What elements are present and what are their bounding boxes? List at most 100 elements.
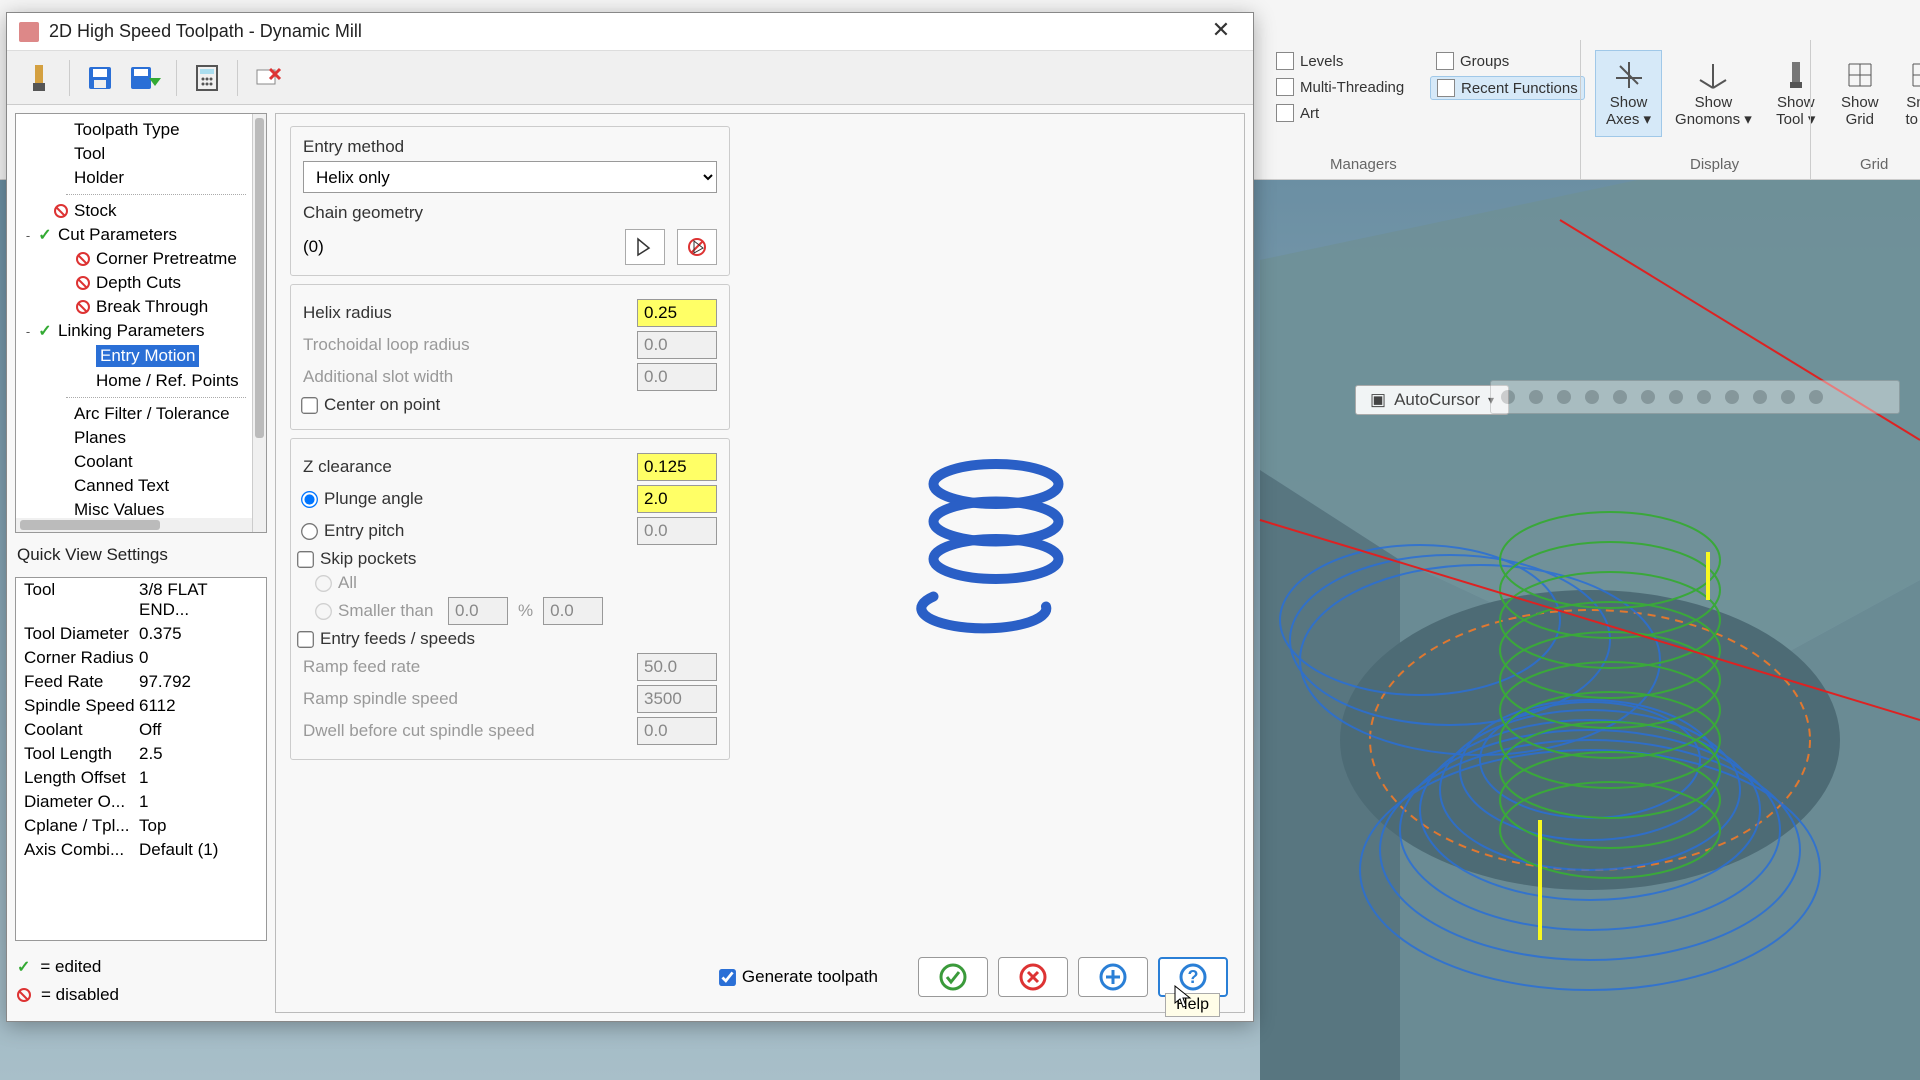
calculator-button[interactable] [187,58,227,98]
plunge-angle-radio[interactable] [301,491,318,508]
ribbon-section-managers: Managers [1330,156,1397,173]
tree-item[interactable]: -✓Linking Parameters [16,319,266,343]
entry-feeds-speeds-checkbox[interactable] [297,631,314,648]
tool-button[interactable] [19,58,59,98]
smaller-than-radio [315,603,332,620]
tree-scrollbar-h[interactable] [16,518,252,532]
tree-item[interactable]: Home / Ref. Points [16,369,266,393]
tree-item[interactable]: Coolant [16,450,266,474]
helix-radius-label: Helix radius [303,303,637,323]
cancel-button[interactable] [998,957,1068,997]
ribbon-recent-functions[interactable]: Recent Functions [1430,76,1585,100]
ribbon-show-axes[interactable]: Show Axes ▾ [1595,50,1662,137]
skip-pockets-checkbox[interactable] [297,551,314,568]
prohibit-icon [74,298,92,316]
tree-item[interactable]: Planes [16,426,266,450]
tree-item[interactable]: Depth Cuts [16,271,266,295]
ribbon-levels[interactable]: Levels [1270,50,1410,72]
parameter-tree[interactable]: Toolpath TypeToolHolder Stock-✓Cut Parame… [15,113,267,533]
smaller-abs-input [543,597,603,625]
cursor-toolbar[interactable] [1490,380,1900,414]
tree-item[interactable]: Tool [16,142,266,166]
quick-view-settings-label: Quick View Settings [15,541,267,569]
prohibit-icon [17,988,31,1002]
plunge-angle-input[interactable] [637,485,717,513]
tree-item[interactable]: Corner Pretreatme [16,247,266,271]
qvs-row: Tool Diameter0.375 [16,622,266,646]
quick-view-settings: Tool3/8 FLAT END...Tool Diameter0.375Cor… [15,577,267,941]
trochoidal-radius-input [637,331,717,359]
tree-item[interactable]: Entry Motion [16,343,266,369]
svg-text:?: ? [1188,967,1199,987]
tree-item[interactable]: Break Through [16,295,266,319]
ramp-spindle-input [637,685,717,713]
qvs-row: Diameter O...1 [16,790,266,814]
entry-pitch-input [637,517,717,545]
ribbon-show-gnomons[interactable]: Show Gnomons ▾ [1664,50,1763,137]
tree-item[interactable]: Arc Filter / Tolerance [16,402,266,426]
help-tooltip: Help [1165,993,1220,1017]
app-icon [19,22,39,42]
gnomons-icon [1693,55,1733,95]
dwell-label: Dwell before cut spindle speed [303,721,637,741]
entry-method-label: Entry method [303,137,717,157]
add-button[interactable] [1078,957,1148,997]
qvs-row: Tool Length2.5 [16,742,266,766]
titlebar: 2D High Speed Toolpath - Dynamic Mill ✕ [7,13,1253,51]
legend: ✓= edited = disabled [15,949,267,1013]
z-clearance-input[interactable] [637,453,717,481]
prohibit-icon [74,250,92,268]
qvs-row: Corner Radius0 [16,646,266,670]
save-button[interactable] [80,58,120,98]
dialog-toolbar [7,51,1253,105]
qvs-row: Spindle Speed6112 [16,694,266,718]
tree-item[interactable]: Canned Text [16,474,266,498]
ramp-spindle-label: Ramp spindle speed [303,689,637,709]
snap-grid-icon [1904,55,1920,95]
ok-button[interactable] [918,957,988,997]
prohibit-icon [52,202,70,220]
chain-count: (0) [303,237,324,257]
center-on-point-checkbox[interactable] [301,397,318,414]
chain-geometry-label: Chain geometry [303,203,717,223]
qvs-row: Feed Rate97.792 [16,670,266,694]
check-icon: ✓ [36,322,54,340]
tree-scrollbar-v[interactable] [252,114,266,532]
save-to-file-button[interactable] [126,58,166,98]
select-chain-button[interactable] [625,229,665,265]
ribbon-section-grid: Grid [1860,156,1888,173]
close-button[interactable]: ✕ [1201,17,1241,47]
ribbon-multithreading[interactable]: Multi-Threading [1270,76,1410,98]
entry-method-select[interactable]: Helix only [303,161,717,193]
autocursor-icon: ▣ [1370,390,1386,410]
ribbon-show-tool[interactable]: Show Tool ▾ [1765,50,1827,137]
ribbon-show-grid[interactable]: Show Grid [1829,50,1891,137]
autocursor-dropdown[interactable]: ▣ AutoCursor ▾ [1355,385,1509,415]
tree-item[interactable]: Holder [16,166,266,190]
help-button[interactable]: ? Help [1158,957,1228,997]
ribbon-section-display: Display [1690,156,1739,173]
trochoidal-radius-label: Trochoidal loop radius [303,335,637,355]
tree-item[interactable]: -✓Cut Parameters [16,223,266,247]
dwell-input [637,717,717,745]
ribbon-groups[interactable]: Groups [1430,50,1585,72]
tree-item[interactable]: Toolpath Type [16,118,266,142]
helix-preview-icon [866,434,1126,634]
generate-toolpath-checkbox[interactable]: Generate toolpath [721,967,878,987]
ribbon-art[interactable]: Art [1270,102,1410,124]
helix-radius-input[interactable] [637,299,717,327]
check-icon: ✓ [17,957,30,977]
ribbon-snap-grid[interactable]: Snap to Gri [1893,50,1920,137]
clear-chain-button[interactable] [677,229,717,265]
skip-all-radio [315,575,332,592]
z-clearance-label: Z clearance [303,457,637,477]
ramp-feed-label: Ramp feed rate [303,657,637,677]
prohibit-icon [74,274,92,292]
dialog-footer: Generate toolpath ? Help [276,952,1244,1002]
smaller-pct-input [448,597,508,625]
qvs-row: Length Offset1 [16,766,266,790]
delete-button[interactable] [248,58,288,98]
entry-pitch-radio[interactable] [301,523,318,540]
qvs-row: CoolantOff [16,718,266,742]
tree-item[interactable]: Stock [16,199,266,223]
